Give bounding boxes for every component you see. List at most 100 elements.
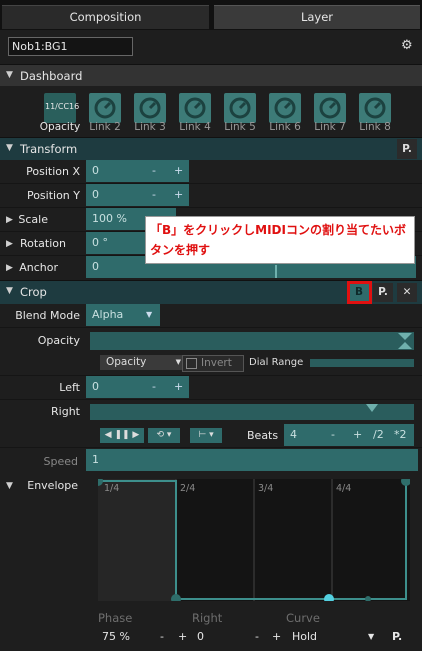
knob-label: Link 2 bbox=[89, 121, 121, 133]
loop-mode-select[interactable]: ⟲ ▾ bbox=[148, 428, 180, 443]
playback-controls[interactable]: ◀ ❚❚ ▶ bbox=[100, 428, 144, 443]
highlight-box bbox=[347, 281, 372, 304]
dial-range-slider[interactable] bbox=[310, 359, 414, 367]
divider bbox=[0, 327, 422, 328]
slider-handle-icon[interactable] bbox=[398, 333, 412, 340]
dial-icon bbox=[364, 97, 386, 119]
halve-button[interactable]: /2 bbox=[373, 424, 384, 446]
speed-field[interactable]: 1 bbox=[86, 449, 418, 471]
collapse-triangle-icon[interactable]: ▼ bbox=[6, 143, 13, 153]
play-icon[interactable]: ▶ bbox=[132, 430, 139, 440]
knob-label: Link 5 bbox=[224, 121, 256, 133]
loop-icon: ⟲ ▾ bbox=[156, 430, 172, 440]
increment-button[interactable]: + bbox=[353, 424, 362, 446]
decrement-button[interactable]: - bbox=[152, 184, 156, 206]
dial-icon bbox=[319, 97, 341, 119]
increment-button[interactable]: + bbox=[174, 376, 183, 398]
blend-mode-label: Blend Mode bbox=[15, 309, 80, 322]
envelope-label: Envelope bbox=[27, 479, 78, 492]
phase-value[interactable]: 75 % bbox=[102, 630, 130, 643]
pause-icon[interactable]: ❚❚ bbox=[114, 430, 129, 440]
slider-handle-icon[interactable] bbox=[398, 342, 412, 349]
decrement-button[interactable]: - bbox=[331, 424, 335, 446]
divider bbox=[0, 375, 422, 376]
curve-label: Curve bbox=[286, 611, 320, 625]
position-x-label: Position X bbox=[26, 165, 80, 178]
position-y-field[interactable]: 0 - + bbox=[86, 184, 189, 206]
crop-title: Crop bbox=[20, 285, 47, 299]
decrement-button[interactable]: - bbox=[255, 630, 259, 643]
right-value[interactable]: 0 bbox=[197, 630, 204, 643]
opacity-param-select[interactable]: Opacity ▼ bbox=[100, 355, 184, 370]
knob-link-3[interactable] bbox=[134, 93, 166, 123]
knob-link-7[interactable] bbox=[314, 93, 346, 123]
dropdown-arrow-icon: ▼ bbox=[146, 310, 153, 319]
decrement-button[interactable]: - bbox=[152, 160, 156, 182]
collapse-triangle-icon[interactable]: ▼ bbox=[6, 286, 13, 296]
dial-range-label: Dial Range bbox=[249, 357, 304, 368]
speed-label: Speed bbox=[43, 455, 78, 468]
opacity-slider[interactable] bbox=[90, 332, 414, 350]
rotation-value: 0 ° bbox=[92, 236, 108, 249]
grid-label: 3/4 bbox=[258, 483, 274, 494]
tab-composition[interactable]: Composition bbox=[2, 5, 209, 29]
dropdown-arrow-icon: ▼ bbox=[175, 358, 181, 366]
envelope-graph[interactable]: 1/4 2/4 3/4 4/4 bbox=[98, 479, 410, 601]
rewind-icon[interactable]: ◀ bbox=[105, 430, 112, 440]
scale-label: Scale bbox=[18, 213, 48, 226]
phase-label: Phase bbox=[98, 611, 133, 625]
close-icon[interactable]: ✕ bbox=[397, 283, 417, 302]
position-x-field[interactable]: 0 - + bbox=[86, 160, 189, 182]
preset-button[interactable]: P. bbox=[392, 630, 402, 643]
knob-label: Opacity bbox=[39, 121, 81, 133]
checkbox-icon[interactable] bbox=[186, 357, 197, 369]
beats-label: Beats bbox=[247, 429, 279, 442]
divider bbox=[0, 207, 422, 208]
layer-name-field[interactable]: Nob1:BG1 bbox=[8, 37, 133, 56]
knob-label: Link 7 bbox=[314, 121, 346, 133]
knob-link-2[interactable] bbox=[89, 93, 121, 123]
tab-layer[interactable]: Layer bbox=[214, 5, 420, 29]
right-slider[interactable] bbox=[90, 404, 414, 420]
decrement-button[interactable]: - bbox=[152, 376, 156, 398]
blend-mode-select[interactable]: Alpha ▼ bbox=[86, 304, 160, 326]
sync-mode-select[interactable]: ⊢ ▾ bbox=[190, 428, 222, 443]
beats-field[interactable]: 4 - + /2 *2 bbox=[284, 424, 414, 446]
transform-header[interactable]: ▼ Transform P. bbox=[0, 137, 422, 160]
grid-label: 1/4 bbox=[104, 483, 120, 494]
double-button[interactable]: *2 bbox=[394, 424, 407, 446]
opacity-label: Opacity bbox=[37, 334, 80, 347]
knob-link-8[interactable] bbox=[359, 93, 391, 123]
increment-button[interactable]: + bbox=[174, 184, 183, 206]
gear-icon[interactable]: ⚙ bbox=[401, 38, 413, 53]
slider-handle-icon[interactable] bbox=[366, 404, 378, 412]
increment-button[interactable]: + bbox=[174, 160, 183, 182]
knob-link-6[interactable] bbox=[269, 93, 301, 123]
left-label: Left bbox=[59, 381, 80, 394]
knob-opacity[interactable]: 11/CC16 bbox=[44, 93, 79, 123]
knob-label: Link 8 bbox=[359, 121, 391, 133]
position-x-value: 0 bbox=[92, 164, 99, 177]
preset-button[interactable]: P. bbox=[397, 139, 417, 159]
knob-link-5[interactable] bbox=[224, 93, 256, 123]
scale-value: 100 % bbox=[92, 212, 127, 225]
increment-button[interactable]: + bbox=[272, 630, 281, 643]
left-field[interactable]: 0 - + bbox=[86, 376, 189, 398]
curve-select[interactable]: Hold bbox=[292, 630, 317, 643]
dashboard-header[interactable]: ▼ Dashboard bbox=[0, 64, 422, 87]
knob-label: Link 6 bbox=[269, 121, 301, 133]
collapse-triangle-icon[interactable]: ▼ bbox=[6, 70, 13, 80]
knob-link-4[interactable] bbox=[179, 93, 211, 123]
decrement-button[interactable]: - bbox=[160, 630, 164, 643]
preset-button[interactable]: P. bbox=[373, 283, 393, 302]
speed-value: 1 bbox=[92, 453, 99, 466]
dial-icon bbox=[94, 97, 116, 119]
invert-toggle[interactable]: Invert bbox=[182, 355, 244, 372]
rotation-field[interactable]: 0 ° bbox=[86, 232, 146, 254]
increment-button[interactable]: + bbox=[178, 630, 187, 643]
right-label: Right bbox=[51, 405, 80, 418]
beats-value: 4 bbox=[290, 428, 297, 441]
invert-label: Invert bbox=[201, 357, 232, 369]
opacity-param-value: Opacity bbox=[106, 356, 147, 368]
dropdown-arrow-icon[interactable]: ▼ bbox=[368, 632, 374, 641]
